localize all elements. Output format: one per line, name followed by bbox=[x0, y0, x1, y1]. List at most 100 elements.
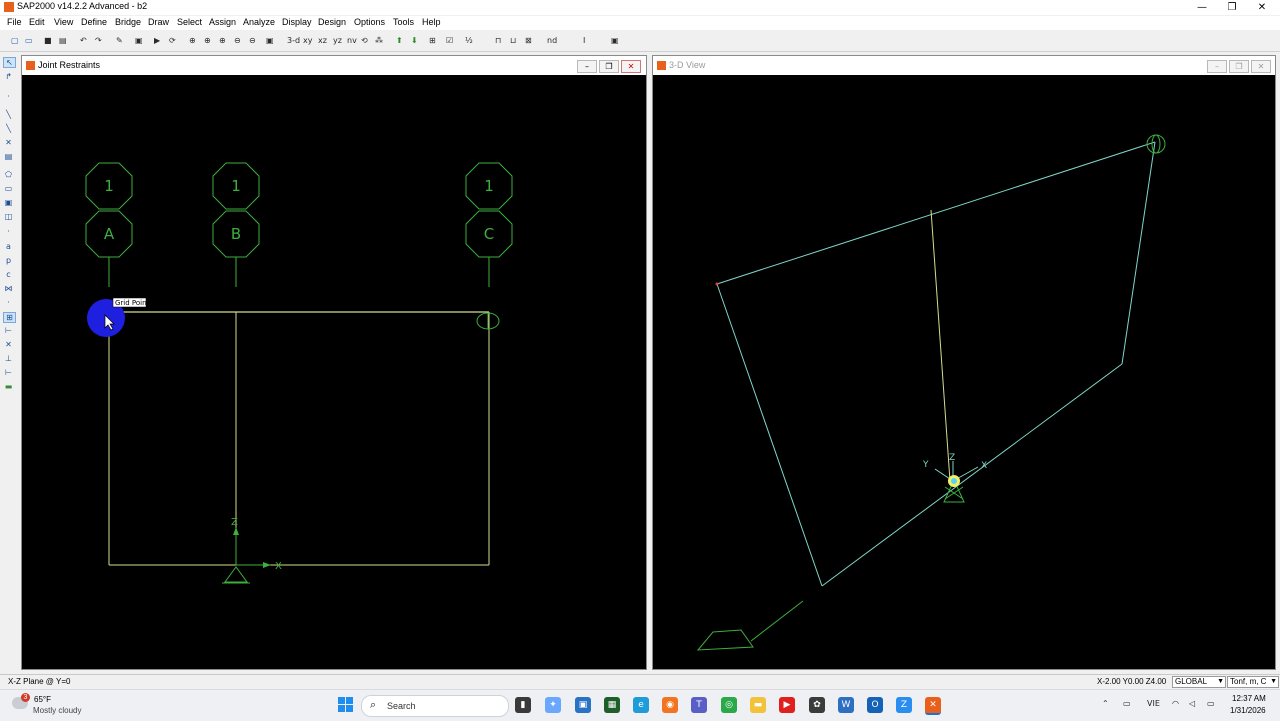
grid-icon[interactable]: ⊔ bbox=[510, 35, 516, 46]
check-icon[interactable]: ☑ bbox=[446, 35, 453, 46]
menu-select[interactable]: Select bbox=[177, 17, 202, 27]
store-icon[interactable]: ▣ bbox=[575, 697, 591, 713]
undo-icon[interactable]: ↶ bbox=[80, 35, 87, 46]
intersect-icon[interactable]: ⋈ bbox=[3, 284, 14, 293]
restore-button[interactable]: ❐ bbox=[1218, 0, 1246, 15]
snap-grid-icon[interactable]: ⊞ bbox=[3, 312, 16, 323]
menu-edit[interactable]: Edit bbox=[29, 17, 45, 27]
teams-icon[interactable]: T bbox=[691, 697, 707, 713]
percent-icon[interactable]: ½ bbox=[465, 35, 473, 46]
brace-icon[interactable]: ✕ bbox=[3, 138, 14, 147]
close-button[interactable]: ✕ bbox=[1248, 0, 1276, 15]
nvidia-icon[interactable]: ▦ bbox=[604, 697, 620, 713]
zoom-rubber-icon[interactable]: ⊕ bbox=[189, 35, 196, 46]
select-all-icon[interactable]: a bbox=[3, 242, 14, 251]
snap-button[interactable]: nd bbox=[547, 35, 557, 46]
perspective-icon[interactable]: ⟲ bbox=[361, 35, 368, 46]
snap-perpendicular-icon[interactable]: ⊥ bbox=[3, 354, 14, 363]
rotate-view-icon[interactable]: ⟳ bbox=[169, 35, 176, 46]
chrome-icon[interactable]: ◎ bbox=[721, 697, 737, 713]
battery-icon[interactable]: ▭ bbox=[1207, 699, 1215, 708]
run-analysis-icon[interactable]: ▶ bbox=[154, 35, 160, 46]
3d-middle-column[interactable] bbox=[930, 209, 951, 482]
snap-fine-icon[interactable]: ▬ bbox=[3, 382, 14, 391]
3d-base-line[interactable] bbox=[821, 363, 1123, 587]
zalo-icon[interactable]: Z bbox=[896, 697, 912, 713]
frame-draw-icon[interactable]: ╲ bbox=[3, 110, 14, 119]
quick-area-icon[interactable]: ▣ bbox=[3, 198, 14, 207]
taskbar-search[interactable]: ⌕ Search bbox=[361, 695, 509, 717]
windows-start-icon[interactable] bbox=[338, 697, 354, 713]
zoom-in-icon[interactable]: ⊕ bbox=[219, 35, 226, 46]
section-cut-icon[interactable]: ▤ bbox=[3, 152, 14, 161]
menu-assign[interactable]: Assign bbox=[209, 17, 236, 27]
keyboard-icon[interactable]: ▭ bbox=[1123, 699, 1131, 708]
task-view-icon[interactable]: ▮ bbox=[515, 697, 531, 713]
clock-date[interactable]: 1/31/2026 bbox=[1230, 706, 1266, 715]
wifi-icon[interactable]: ◠ bbox=[1172, 699, 1179, 708]
3d-left-column[interactable] bbox=[716, 283, 823, 587]
minimize-button[interactable]: — bbox=[1188, 0, 1216, 15]
menu-view[interactable]: View bbox=[54, 17, 73, 27]
units-select[interactable]: Tonf, m, C ▼ bbox=[1227, 676, 1279, 688]
firefox-icon[interactable]: ◉ bbox=[662, 697, 678, 713]
panel-restore-button[interactable]: ❐ bbox=[1229, 60, 1249, 73]
print-icon[interactable]: ▤ bbox=[59, 35, 67, 46]
snap-intersection-icon[interactable]: ✕ bbox=[3, 340, 14, 349]
down-arrow-icon[interactable]: ⬇ bbox=[411, 35, 418, 46]
view-nv-button[interactable]: nv bbox=[347, 35, 357, 46]
previous-select-icon[interactable]: p bbox=[3, 256, 14, 265]
menu-options[interactable]: Options bbox=[354, 17, 385, 27]
outlook-icon[interactable]: O bbox=[867, 697, 883, 713]
shrink-icon[interactable]: ⁂ bbox=[375, 35, 383, 46]
volume-icon[interactable]: ◁ bbox=[1189, 699, 1195, 708]
language-indicator[interactable]: VIE bbox=[1147, 699, 1160, 708]
menu-design[interactable]: Design bbox=[318, 17, 346, 27]
save-icon[interactable]: ■ bbox=[44, 35, 52, 46]
clock-time[interactable]: 12:37 AM bbox=[1232, 694, 1266, 703]
chatgpt-icon[interactable]: ✿ bbox=[809, 697, 825, 713]
frame-icon[interactable]: ⊓ bbox=[495, 35, 501, 46]
snap-end-icon[interactable]: ⊢ bbox=[3, 326, 14, 335]
frame-quick-icon[interactable]: ╲ bbox=[3, 124, 14, 133]
snap-point-icon[interactable]: · bbox=[3, 298, 14, 307]
pan-icon[interactable]: ⊖ bbox=[249, 35, 256, 46]
snap-line-icon[interactable]: ⊢ bbox=[3, 368, 14, 377]
lock-icon[interactable]: ▣ bbox=[135, 35, 143, 46]
reshape-icon[interactable]: ↱ bbox=[3, 72, 14, 81]
chevron-up-icon[interactable]: ⌃ bbox=[1102, 699, 1109, 708]
panel-restore-button[interactable]: ❐ bbox=[599, 60, 619, 73]
3d-canvas[interactable]: Z X Y bbox=[653, 75, 1275, 669]
elevation-canvas[interactable]: 1 A 1 B 1 C Z X Grid Point bbox=[22, 75, 646, 669]
menu-file[interactable]: File bbox=[7, 17, 22, 27]
menu-display[interactable]: Display bbox=[282, 17, 312, 27]
new-model-icon[interactable]: ▢ bbox=[11, 35, 19, 46]
edge-icon[interactable]: e bbox=[633, 697, 649, 713]
panel-close-button[interactable]: ✕ bbox=[621, 60, 641, 73]
sap2000-taskbar-icon[interactable]: ✕ bbox=[925, 697, 941, 715]
file-explorer-icon[interactable]: ▬ bbox=[750, 697, 766, 713]
fit-view-icon[interactable]: ▣ bbox=[266, 35, 274, 46]
refresh-icon[interactable]: ✎ bbox=[116, 35, 123, 46]
view-xy-button[interactable]: xy bbox=[303, 35, 312, 46]
panel-close-button[interactable]: ✕ bbox=[1251, 60, 1271, 73]
area-icon[interactable]: ⊠ bbox=[525, 35, 532, 46]
word-icon[interactable]: W bbox=[838, 697, 854, 713]
solid-icon[interactable]: ◫ bbox=[3, 212, 14, 221]
menu-help[interactable]: Help bbox=[422, 17, 441, 27]
pointer-icon[interactable]: ↖ bbox=[3, 57, 16, 68]
menu-tools[interactable]: Tools bbox=[393, 17, 414, 27]
coord-system-select[interactable]: GLOBAL ▼ bbox=[1172, 676, 1226, 688]
view-xz-button[interactable]: xz bbox=[318, 35, 327, 46]
display-icon[interactable]: ▣ bbox=[611, 35, 619, 46]
poly-area-icon[interactable]: ⬠ bbox=[3, 170, 14, 179]
clear-select-icon[interactable]: c bbox=[3, 270, 14, 279]
zoom-out-icon[interactable]: ⊖ bbox=[234, 35, 241, 46]
view-yz-button[interactable]: yz bbox=[333, 35, 342, 46]
panel-minimize-button[interactable]: – bbox=[577, 60, 597, 73]
rect-area-icon[interactable]: ▭ bbox=[3, 184, 14, 193]
up-arrow-icon[interactable]: ⬆ bbox=[396, 35, 403, 46]
open-icon[interactable]: ▭ bbox=[25, 35, 33, 46]
menu-analyze[interactable]: Analyze bbox=[243, 17, 275, 27]
menu-define[interactable]: Define bbox=[81, 17, 107, 27]
